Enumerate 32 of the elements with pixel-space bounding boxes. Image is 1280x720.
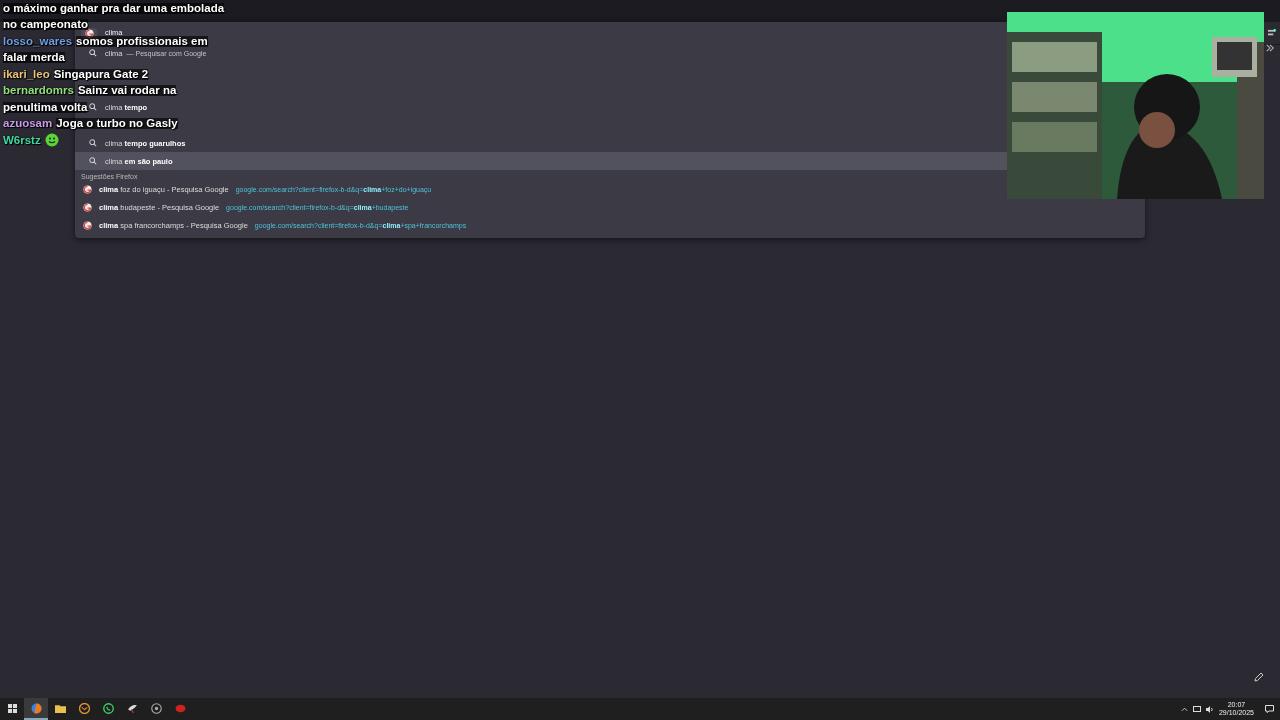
envelope-icon [78,702,90,714]
network-icon[interactable] [1192,705,1201,713]
google-icon [84,28,94,38]
bird-icon [126,702,138,714]
chat-username: ikari_leo [3,68,50,80]
circle-icon [150,702,162,714]
chat-username: losso_wares [3,35,73,47]
search-icon [89,139,97,147]
folder-icon [54,702,66,714]
chat-message: no campeonato [3,19,88,31]
chat-username: bernardomrs [3,85,74,97]
chevron-icon[interactable] [1266,44,1274,52]
firefox-icon [30,702,42,714]
notification-icon[interactable] [1265,705,1274,713]
windows-icon [7,703,17,713]
search-icon [89,157,97,165]
search-icon [89,49,97,57]
chat-username: azuosam [3,118,53,130]
extensions-icon[interactable] [1267,28,1276,38]
google-icon [83,184,92,194]
speaker-icon[interactable] [1205,705,1214,713]
whatsapp-icon [102,702,114,714]
chat-message: penultima volta [3,101,88,113]
chat-message: o máximo ganhar pra dar uma embolada [3,2,225,14]
chat-message: somos profissionais em [76,35,208,47]
search-icon [89,103,97,111]
pencil-icon[interactable] [1254,672,1264,682]
chat-username: W6rstz [3,134,41,146]
google-icon [83,202,92,212]
google-icon [83,220,92,230]
chevron-up-icon[interactable] [1180,706,1188,712]
oval-app-icon [174,702,186,714]
